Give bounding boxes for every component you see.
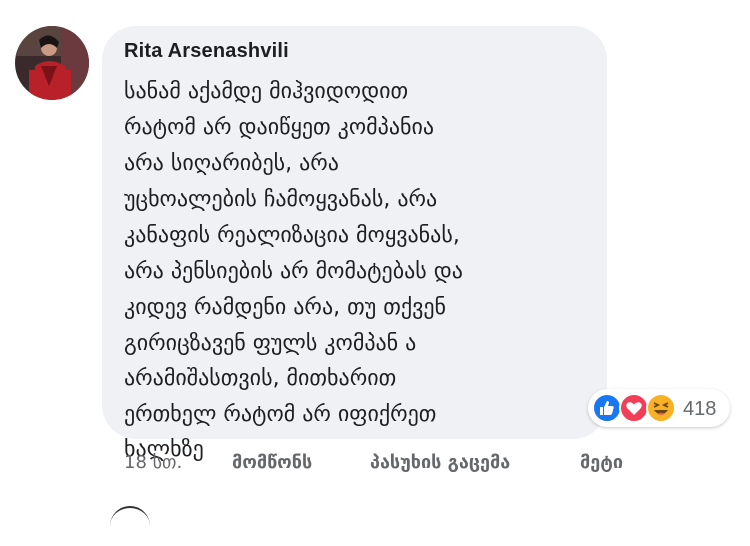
reply-button[interactable]: პასუხის გაცემა bbox=[370, 452, 510, 473]
author-name[interactable]: Rita Arsenashvili bbox=[124, 40, 289, 63]
comment-text-line: ერთხელ რატომ არ იფიქრეთ bbox=[124, 402, 437, 427]
comment-text-line: გირიცზავენ ფულს კომპან ა bbox=[124, 331, 417, 356]
like-icon bbox=[592, 393, 622, 423]
comment-text-line: კიდევ რამდენი არა, თუ თქვენ bbox=[124, 295, 447, 320]
more-button[interactable]: მეტი bbox=[580, 452, 623, 473]
reactions-summary[interactable]: 418 bbox=[588, 389, 730, 427]
comment-text-line: არამიშასთვის, მითხარით bbox=[124, 366, 397, 391]
comment-text-line: არა სიღარიბეს, არა bbox=[124, 151, 339, 176]
reaction-count: 418 bbox=[683, 398, 717, 420]
comment-text-line: რატომ არ დაიწყეთ კომპანია bbox=[124, 115, 435, 140]
comment: Rita Arsenashvili სანამ აქამდე მიჰვიდოდი… bbox=[0, 0, 750, 511]
comment-text-line: სანამ აქამდე მიჰვიდოდით bbox=[124, 79, 409, 104]
haha-icon bbox=[646, 393, 676, 423]
next-comment-avatar bbox=[110, 506, 150, 546]
avatar[interactable] bbox=[15, 26, 89, 100]
comment-text-line: არა პენსიების არ მომატებას და bbox=[124, 259, 463, 284]
like-button[interactable]: მომწონს bbox=[232, 452, 312, 473]
user-avatar-photo bbox=[15, 26, 89, 100]
comment-text-line: უცხოალების ჩამოყვანას, არა bbox=[124, 187, 438, 212]
love-icon bbox=[619, 393, 649, 423]
comment-text-line: კანაფის რეალიზაცია მოყვანას, bbox=[124, 223, 460, 248]
timestamp[interactable]: 18 სთ. bbox=[124, 452, 182, 473]
